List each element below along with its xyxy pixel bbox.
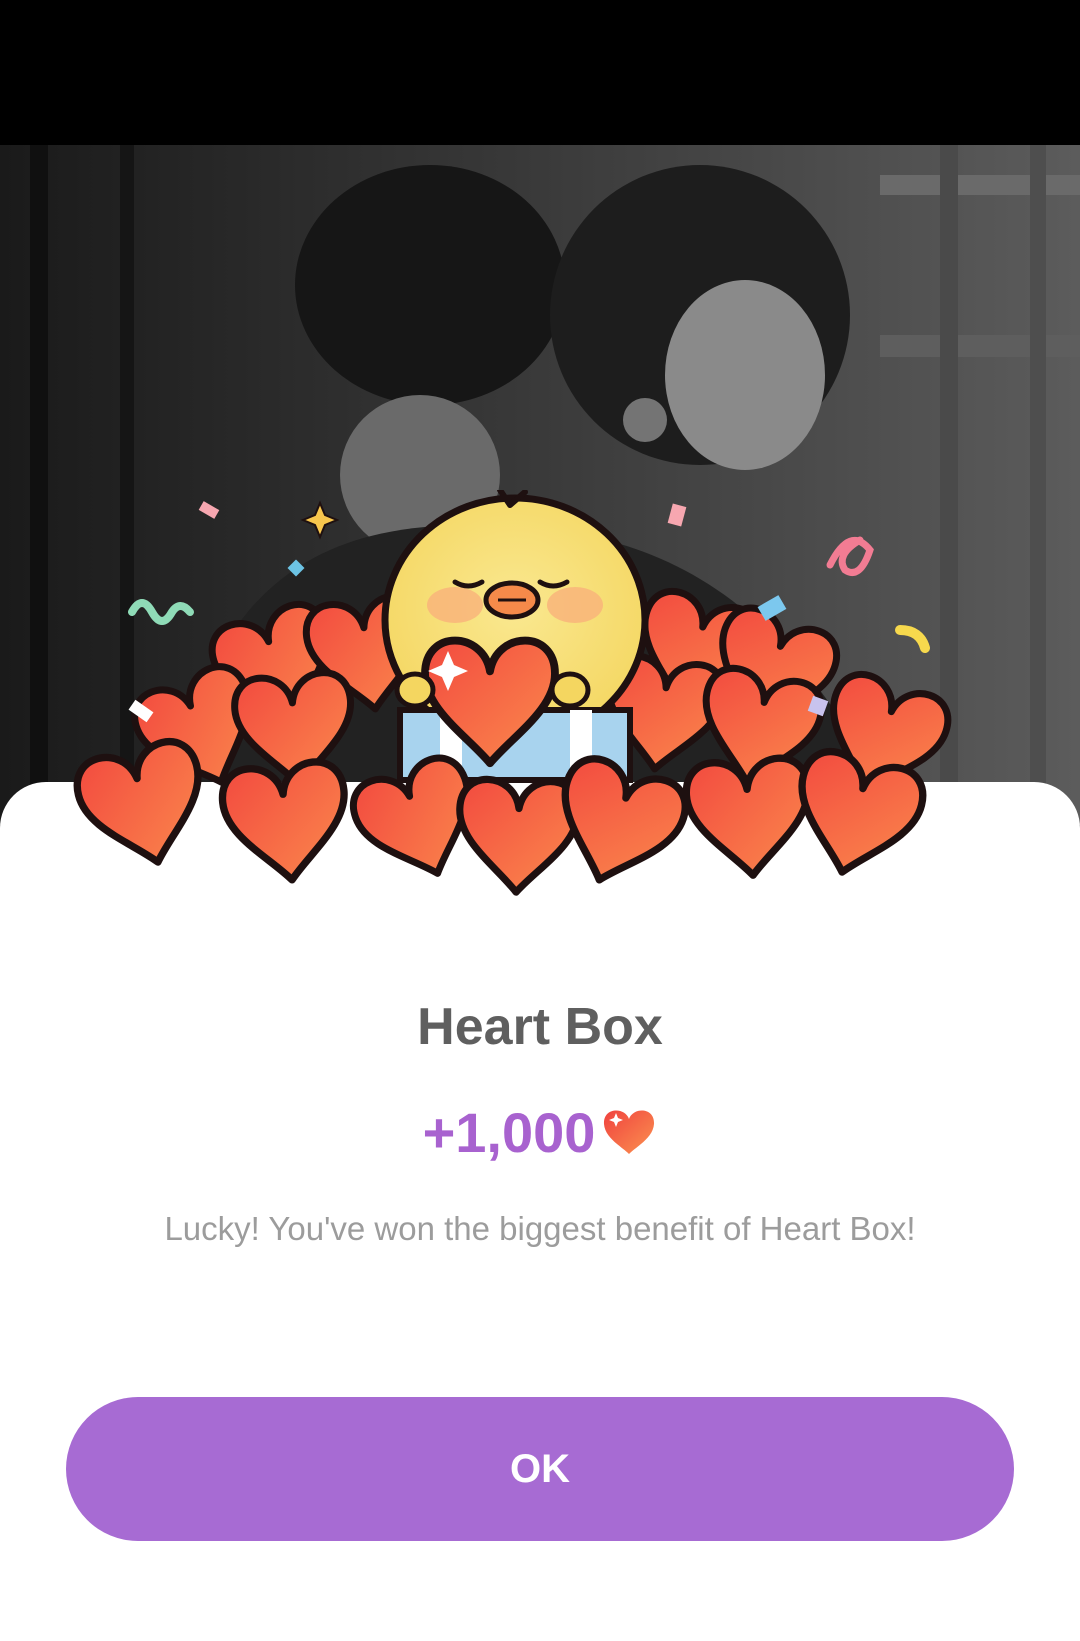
dialog-title: Heart Box [417, 998, 663, 1056]
reward-row: +1,000 [0, 1100, 1080, 1165]
status-bar-area [0, 0, 1080, 145]
ok-button-label: OK [510, 1446, 570, 1491]
dialog-message: Lucky! You've won the biggest benefit of… [164, 1210, 916, 1247]
ok-button[interactable]: OK [66, 1397, 1014, 1541]
heart-icon [601, 1106, 657, 1156]
screen: Heart Box +1,000 Lucky! You've won the b… [0, 0, 1080, 1641]
heart-pile-illustration [70, 490, 1010, 940]
reward-amount: +1,000 [422, 1101, 596, 1164]
